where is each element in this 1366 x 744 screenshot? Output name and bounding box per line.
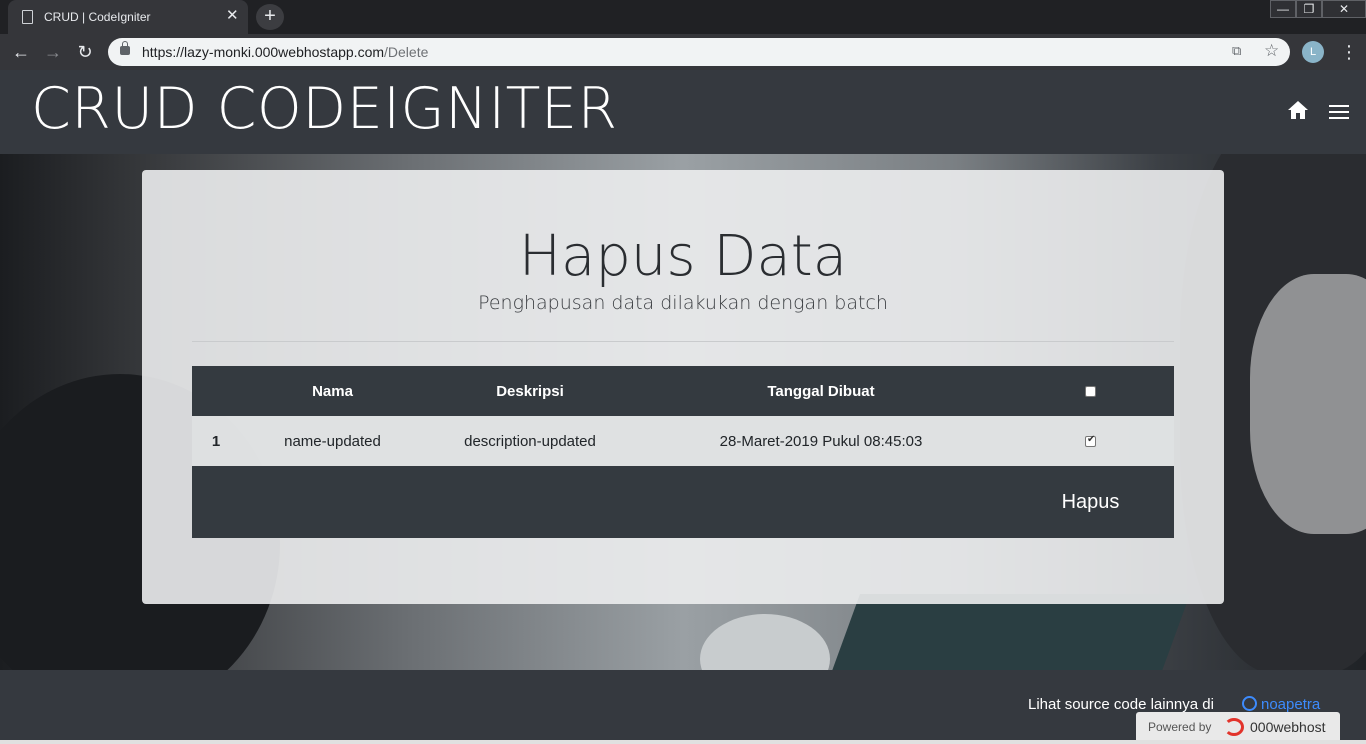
row-tanggal: 28-Maret-2019 Pukul 08:45:03 <box>719 432 923 450</box>
home-icon[interactable] <box>1287 100 1309 120</box>
hamburger-menu-icon[interactable] <box>1328 103 1350 121</box>
row-checkbox[interactable] <box>1085 434 1096 448</box>
column-header-deskripsi: Deskripsi <box>496 382 564 400</box>
url-text[interactable]: https://lazy-monki.000webhostapp.com/Del… <box>142 44 428 60</box>
footer-text: Lihat source code lainnya di <box>1028 696 1214 713</box>
close-icon[interactable]: ✕ <box>226 8 239 24</box>
browser-toolbar: ← → ↻ https://lazy-monki.000webhostapp.c… <box>0 34 1366 70</box>
minimize-button[interactable]: — <box>1270 0 1296 18</box>
page-icon <box>22 10 33 24</box>
table-header-row: Nama Deskripsi Tanggal Dibuat <box>192 366 1174 416</box>
row-select-cell <box>1007 416 1174 466</box>
select-all-checkbox[interactable] <box>1085 386 1096 398</box>
site-brand[interactable]: CRUD CODEIGNITER <box>31 76 618 142</box>
window-close-button[interactable]: ✕ <box>1322 0 1366 18</box>
column-header-nama: Nama <box>312 382 353 400</box>
delete-button[interactable]: Hapus <box>1062 491 1120 514</box>
table-footer-row: Hapus <box>192 466 1174 538</box>
webhost-logo-icon <box>1224 718 1244 736</box>
divider <box>192 341 1174 342</box>
bottom-strip <box>0 740 1366 744</box>
powered-brand: 000webhost <box>1250 719 1326 735</box>
back-arrow-icon[interactable]: ← <box>8 39 34 65</box>
browser-tabbar: CRUD | CodeIgniter ✕ + — ❐ ✕ <box>0 0 1366 34</box>
address-bar[interactable]: https://lazy-monki.000webhostapp.com/Del… <box>108 38 1290 66</box>
delete-card: Hapus Data Penghapusan data dilakukan de… <box>142 170 1224 604</box>
footer-spacer <box>192 466 1007 538</box>
site-footer: Lihat source code lainnya di noapetra Po… <box>0 670 1366 744</box>
new-tab-button[interactable]: + <box>256 4 284 30</box>
site-header: CRUD CODEIGNITER <box>0 70 1366 154</box>
browser-menu-icon[interactable]: ⋮ <box>1340 40 1358 64</box>
profile-avatar[interactable]: L <box>1302 41 1324 63</box>
delete-cell: Hapus <box>1007 466 1174 538</box>
column-header-select <box>1007 366 1174 416</box>
reload-icon[interactable]: ↻ <box>72 39 98 65</box>
row-number: 1 <box>211 432 221 450</box>
data-table: Nama Deskripsi Tanggal Dibuat 1 name-upd… <box>192 366 1174 538</box>
forward-arrow-icon[interactable]: → <box>40 39 66 65</box>
powered-label: Powered by <box>1148 720 1212 734</box>
tab-title: CRUD | CodeIgniter <box>44 10 151 24</box>
github-icon <box>1242 696 1257 711</box>
column-header-tanggal: Tanggal Dibuat <box>767 382 875 400</box>
page-subtitle: Penghapusan data dilakukan dengan batch <box>478 292 888 314</box>
lock-icon <box>120 41 130 55</box>
row-deskripsi: description-updated <box>464 432 596 450</box>
bookmark-star-icon[interactable]: ☆ <box>1264 41 1279 61</box>
maximize-button[interactable]: ❐ <box>1296 0 1322 18</box>
column-header-no <box>192 366 240 416</box>
table-row: 1 name-updated description-updated 28-Ma… <box>192 416 1174 466</box>
browser-tab[interactable]: CRUD | CodeIgniter ✕ <box>8 0 248 34</box>
row-nama: name-updated <box>284 432 381 450</box>
page-title: Hapus Data <box>518 224 848 289</box>
github-link[interactable]: noapetra <box>1242 696 1320 713</box>
powered-by-badge[interactable]: Powered by 000webhost <box>1136 712 1340 742</box>
translate-icon[interactable]: ⧉ <box>1232 43 1248 59</box>
